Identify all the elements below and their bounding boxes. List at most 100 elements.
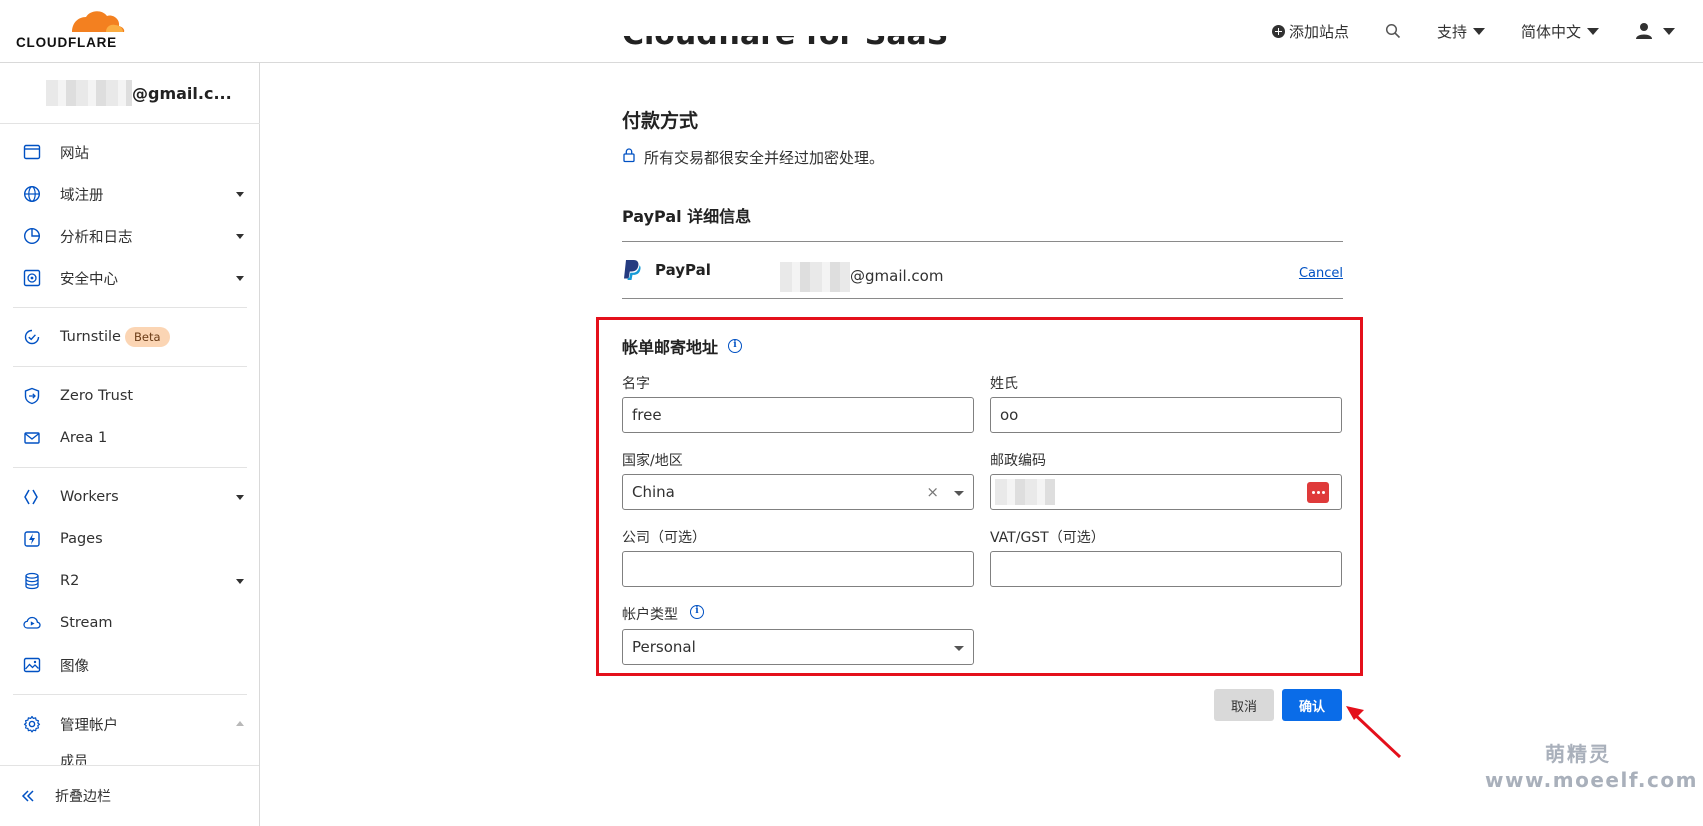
account-switcher[interactable]: @gmail.c...: [46, 80, 232, 106]
postal-code-input[interactable]: [990, 474, 1342, 510]
sidebar-item-label: Stream: [60, 615, 113, 631]
sidebar-item-label: Area 1: [60, 430, 108, 446]
collapse-sidebar-button[interactable]: 折叠边栏: [0, 765, 259, 826]
gear-icon: [23, 715, 41, 733]
sidebar-item-label: Workers: [60, 489, 119, 505]
account-type-label: 帐户类型 i: [622, 604, 704, 624]
confirm-button[interactable]: 确认: [1282, 689, 1342, 721]
top-nav: 添加站点 支持 简体中文: [1271, 18, 1675, 44]
sidebar-item-analytics[interactable]: 分析和日志: [0, 220, 259, 252]
sidebar-item-domain-registration[interactable]: 域注册: [0, 178, 259, 210]
support-menu[interactable]: 支持: [1437, 21, 1485, 42]
chevron-down-icon: [1587, 27, 1599, 35]
sidebar-item-turnstile[interactable]: Turnstile Beta: [0, 321, 259, 353]
add-site-button[interactable]: 添加站点: [1271, 21, 1349, 42]
cloudflare-logo[interactable]: CLOUDFLARE: [16, 10, 126, 50]
stream-cloud-icon: [23, 616, 41, 629]
company-input[interactable]: [622, 551, 974, 587]
lock-icon: [623, 147, 635, 162]
redacted-blur: [46, 80, 132, 106]
sidebar-item-pages[interactable]: Pages: [0, 523, 259, 555]
redacted-blur: [780, 262, 850, 292]
sidebar-item-workers[interactable]: Workers: [0, 481, 259, 513]
last-name-input[interactable]: oo: [990, 397, 1342, 433]
double-chevron-left-icon: [21, 790, 34, 802]
company-label: 公司（可选）: [622, 530, 706, 546]
turnstile-check-icon: [24, 329, 40, 345]
search-button[interactable]: [1385, 23, 1401, 39]
account-type-value: Personal: [632, 638, 696, 656]
chevron-down-icon: [1663, 27, 1675, 35]
sidebar-item-area-1[interactable]: Area 1: [0, 422, 259, 454]
sidebar-item-images[interactable]: 图像: [0, 649, 259, 681]
account-type-label-text: 帐户类型: [622, 607, 678, 623]
clear-icon[interactable]: ×: [926, 483, 939, 501]
paypal-email-suffix: @gmail.com: [850, 267, 944, 285]
sidebar-item-label: 图像: [60, 658, 89, 675]
pie-chart-icon: [23, 227, 41, 245]
zero-trust-icon: [24, 387, 40, 405]
browser-window-icon: [23, 144, 41, 160]
collapse-sidebar-label: 折叠边栏: [55, 789, 111, 805]
image-icon: [23, 657, 41, 673]
first-name-label: 名字: [622, 376, 650, 392]
divider: [0, 123, 260, 124]
paypal-email: @gmail.com: [780, 260, 943, 292]
sidebar-item-r2[interactable]: R2: [0, 565, 259, 597]
sidebar-item-label: 域注册: [60, 187, 104, 204]
workers-icon: [24, 489, 38, 505]
info-icon[interactable]: i: [690, 605, 704, 619]
divider: [622, 298, 1343, 299]
first-name-input[interactable]: free: [622, 397, 974, 433]
payment-method-title: 付款方式: [622, 110, 699, 132]
sidebar: @gmail.c... 网站 域注册 分析和日志 安全中心 Turnstile …: [0, 63, 260, 826]
info-icon[interactable]: i: [728, 339, 743, 353]
paypal-details-title: PayPal 详细信息: [622, 207, 752, 226]
chevron-down-icon: [236, 276, 244, 281]
sidebar-item-manage-account[interactable]: 管理帐户: [0, 708, 259, 740]
sidebar-item-label: Zero Trust: [60, 388, 134, 404]
support-label: 支持: [1436, 22, 1467, 41]
postal-code-label: 邮政编码: [990, 453, 1046, 469]
paypal-label: PayPal: [655, 261, 711, 279]
page-heading: Cloudflare for SaaS: [622, 36, 948, 68]
sidebar-item-zero-trust[interactable]: Zero Trust: [0, 380, 259, 412]
account-type-select[interactable]: Personal: [622, 629, 974, 665]
globe-icon: [23, 185, 41, 203]
language-menu[interactable]: 简体中文: [1521, 21, 1599, 42]
country-value: China: [632, 483, 675, 501]
divider: [13, 307, 247, 308]
add-site-label: 添加站点: [1288, 22, 1349, 41]
divider: [13, 366, 247, 367]
last-name-value: oo: [1000, 406, 1019, 424]
search-icon: [1385, 23, 1401, 39]
chevron-down-icon: [236, 234, 244, 239]
user-menu[interactable]: [1635, 22, 1675, 40]
sidebar-item-label: Pages: [60, 531, 103, 547]
country-select[interactable]: China ×: [622, 474, 974, 510]
paypal-logo-icon: [624, 260, 641, 280]
account-email: @gmail.c...: [132, 83, 232, 103]
sidebar-item-stream[interactable]: Stream: [0, 607, 259, 639]
mail-shield-icon: [24, 432, 40, 444]
password-manager-icon[interactable]: [1307, 482, 1329, 503]
plus-circle-icon: [1271, 24, 1285, 38]
sidebar-item-websites[interactable]: 网站: [0, 136, 259, 168]
sidebar-item-security-center[interactable]: 安全中心: [0, 262, 259, 294]
watermark-text: 萌精灵: [1545, 742, 1611, 766]
vat-input[interactable]: [990, 551, 1342, 587]
country-label: 国家/地区: [622, 453, 683, 469]
user-icon: [1636, 23, 1652, 39]
cancel-button[interactable]: 取消: [1214, 689, 1274, 721]
last-name-label: 姓氏: [990, 376, 1018, 392]
sidebar-item-label: 网站: [60, 145, 89, 162]
database-icon: [25, 572, 39, 590]
sidebar-item-label: 管理帐户: [60, 717, 118, 734]
sidebar-item-label: R2: [60, 573, 80, 589]
divider: [622, 241, 1343, 242]
logo-text: CLOUDFLARE: [16, 35, 117, 50]
secure-notice: 所有交易都很安全并经过加密处理。: [622, 147, 884, 168]
sidebar-item-label: Turnstile: [60, 329, 121, 345]
cancel-paypal-link[interactable]: Cancel: [1299, 266, 1343, 281]
beta-badge: Beta: [125, 327, 170, 347]
